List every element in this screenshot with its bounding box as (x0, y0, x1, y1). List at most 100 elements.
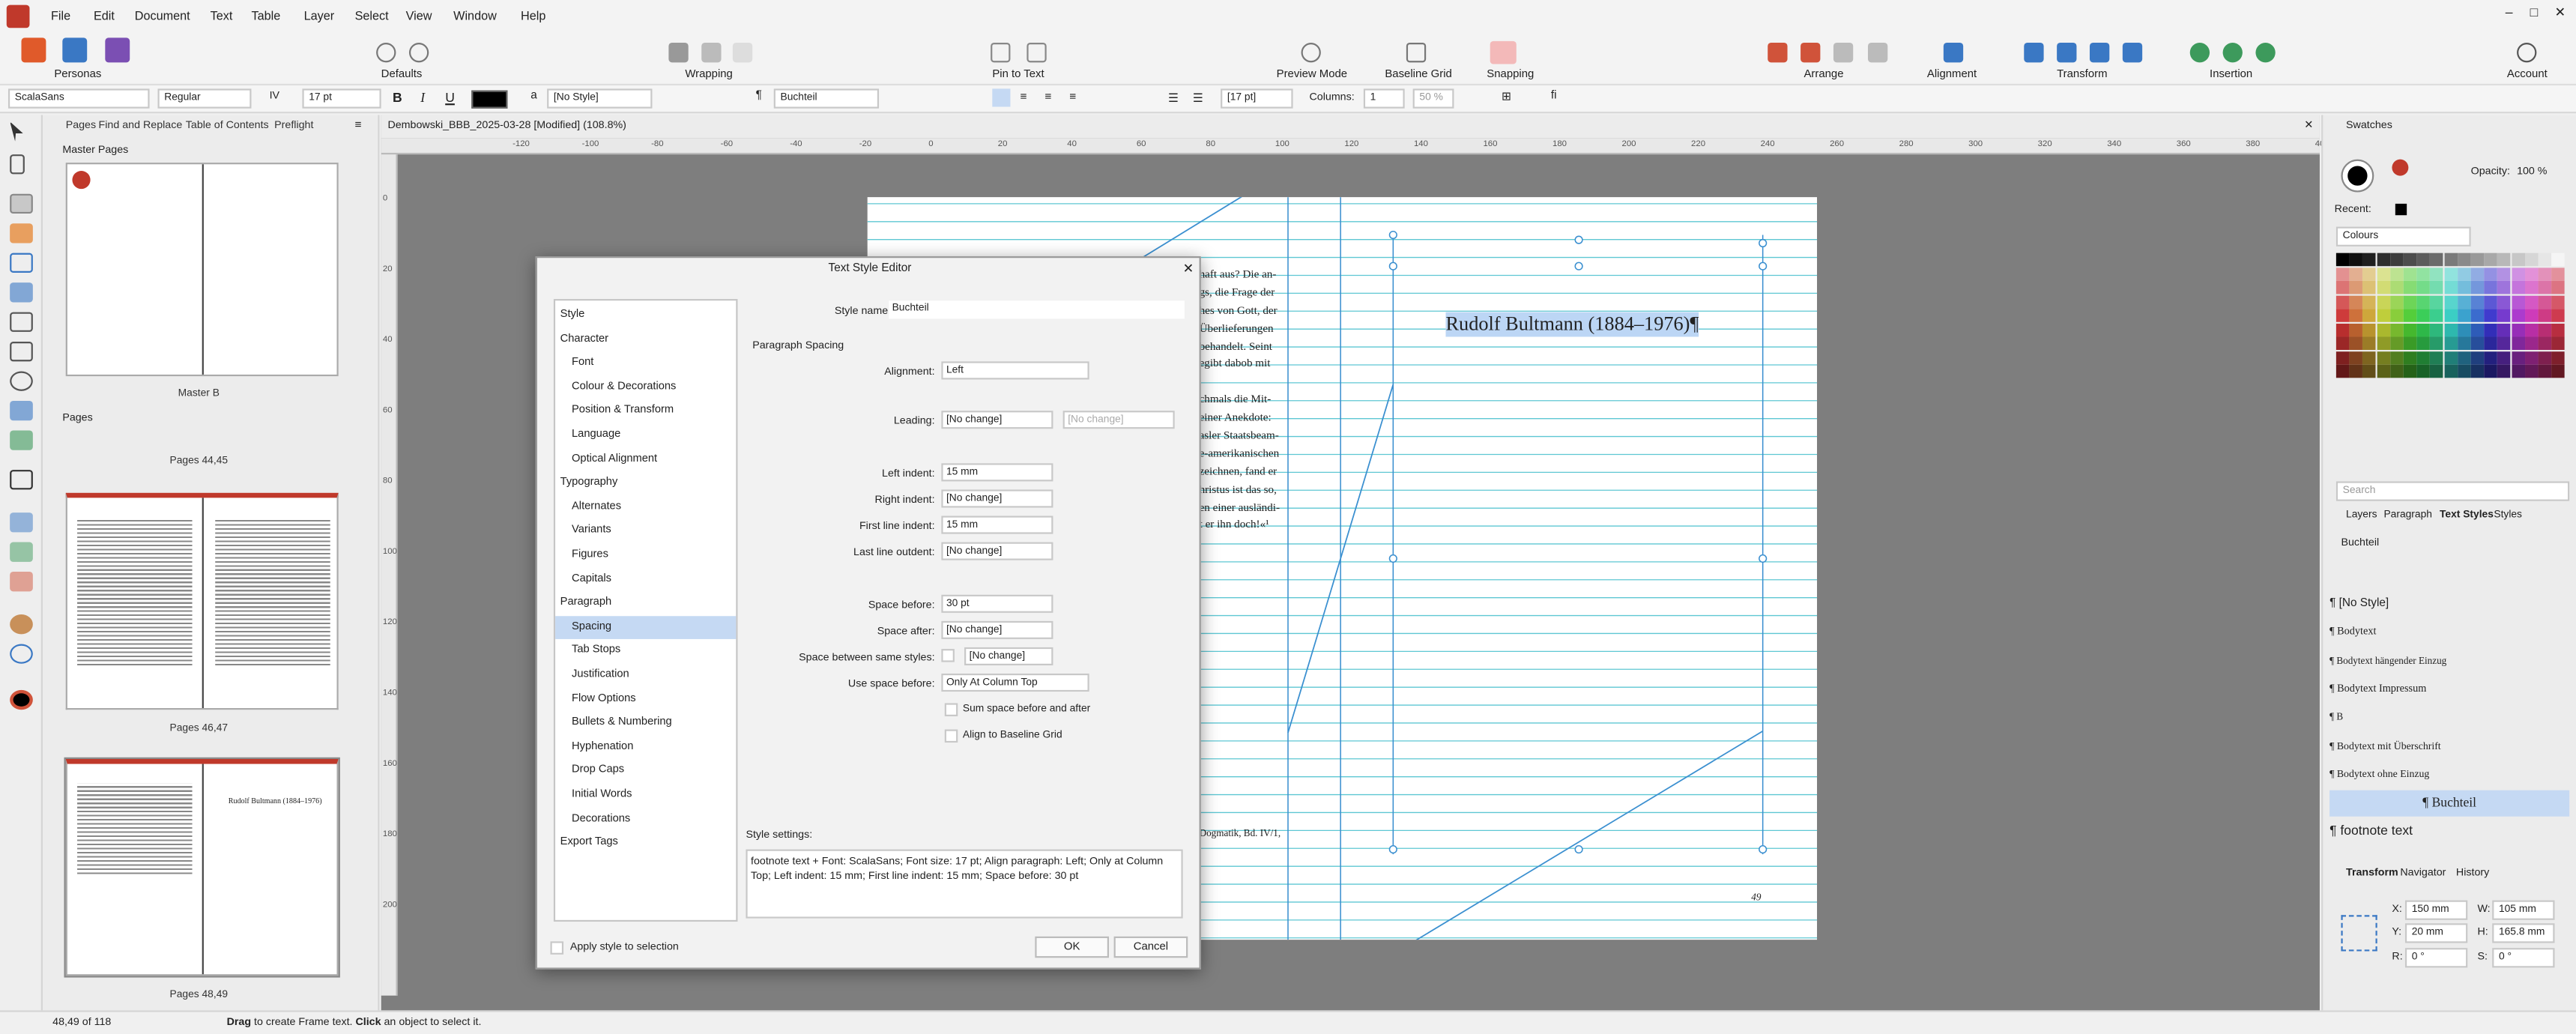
h-field[interactable]: 165.8 mm (2492, 923, 2555, 943)
colour-swatch[interactable] (2443, 280, 2458, 294)
colour-grid[interactable] (2335, 253, 2566, 391)
colour-swatch[interactable] (2511, 364, 2525, 378)
colour-swatch[interactable] (2511, 253, 2525, 267)
category-justification[interactable]: Justification (555, 664, 736, 687)
tab-transform[interactable]: Transform (2346, 868, 2398, 879)
colour-swatch[interactable] (2416, 294, 2431, 309)
colour-swatch[interactable] (2430, 309, 2444, 322)
colour-swatch[interactable] (2497, 253, 2512, 267)
colour-swatch[interactable] (2362, 322, 2377, 336)
colour-swatch[interactable] (2457, 351, 2471, 364)
colour-swatch[interactable] (2457, 280, 2471, 294)
category-optical-alignment[interactable]: Optical Alignment (555, 448, 736, 471)
colour-swatch[interactable] (2403, 253, 2417, 267)
character-style-select[interactable]: [No Style] (547, 88, 653, 109)
move-tool-icon[interactable] (10, 121, 23, 142)
bullets-icon[interactable]: ☰ (1168, 92, 1179, 105)
colour-swatch[interactable] (2335, 280, 2350, 294)
selection-handle[interactable] (1388, 261, 1397, 270)
colour-swatch[interactable] (2349, 336, 2363, 351)
colour-swatch[interactable] (2403, 364, 2417, 378)
colour-swatch[interactable] (2511, 280, 2525, 294)
colour-swatch[interactable] (2538, 267, 2552, 280)
colour-swatch[interactable] (2457, 322, 2471, 336)
colour-swatch[interactable] (2335, 336, 2350, 351)
colour-swatch[interactable] (2538, 336, 2552, 351)
colour-swatch[interactable] (2484, 267, 2498, 280)
flip-h-icon[interactable] (2024, 43, 2044, 63)
colour-swatch[interactable] (2430, 280, 2444, 294)
menu-edit[interactable]: Edit (94, 8, 115, 23)
cancel-button[interactable]: Cancel (1113, 936, 1188, 958)
anchor-point-grid[interactable] (2341, 915, 2377, 952)
ellipse-frame-icon[interactable] (10, 371, 33, 391)
colour-swatch[interactable] (2403, 280, 2417, 294)
colour-swatch[interactable] (2430, 294, 2444, 309)
colour-swatch[interactable] (2376, 336, 2390, 351)
align-left-icon[interactable] (992, 88, 1011, 107)
colour-swatch[interactable] (2362, 351, 2377, 364)
align-center-icon[interactable]: ≡ (1021, 92, 1027, 103)
colour-swatch[interactable] (2362, 309, 2377, 322)
colour-swatch[interactable] (2497, 280, 2512, 294)
recent-swatch[interactable] (2395, 203, 2407, 216)
pin-inline-icon[interactable] (1027, 43, 1047, 63)
colour-swatch[interactable] (2403, 309, 2417, 322)
colour-swatch[interactable] (2389, 322, 2404, 336)
styles-search-input[interactable]: Search (2335, 481, 2570, 501)
underline-button[interactable]: U (445, 91, 455, 106)
account-icon[interactable] (2517, 43, 2537, 63)
colour-swatch[interactable] (2457, 336, 2471, 351)
colour-swatch[interactable] (2335, 322, 2350, 336)
shear-field[interactable]: 0 ° (2492, 948, 2555, 968)
insert-field-icon[interactable] (2255, 43, 2276, 63)
app-logo[interactable] (6, 4, 30, 28)
colour-swatch[interactable] (2443, 253, 2458, 267)
colour-swatch[interactable] (2551, 267, 2566, 280)
minimize-icon[interactable]: – (2506, 5, 2513, 20)
category-initial-words[interactable]: Initial Words (555, 784, 736, 807)
colour-swatch[interactable] (2362, 336, 2377, 351)
place-image-icon[interactable] (10, 400, 33, 421)
colour-swatch[interactable] (2538, 280, 2552, 294)
transparency-tool-icon[interactable] (10, 542, 33, 562)
colour-swatch[interactable] (2470, 309, 2485, 322)
category-export-tags[interactable]: Export Tags (555, 832, 736, 855)
align-right-icon[interactable]: ≡ (1044, 92, 1051, 103)
colour-swatch[interactable] (2416, 336, 2431, 351)
colour-swatch[interactable] (2335, 267, 2350, 280)
colour-swatch[interactable] (2416, 364, 2431, 378)
colour-swatch[interactable] (2349, 253, 2363, 267)
first-line-indent-field[interactable]: 15 mm (941, 516, 1053, 534)
colour-swatch[interactable] (2484, 309, 2498, 322)
italic-button[interactable]: I (420, 91, 425, 106)
tab-styles[interactable]: Styles (2494, 510, 2522, 521)
image-tool-icon[interactable] (10, 430, 33, 450)
colour-swatch[interactable] (2335, 309, 2350, 322)
colour-swatch[interactable] (2511, 267, 2525, 280)
sum-space-checkbox[interactable] (944, 703, 958, 716)
tab-preflight[interactable]: Preflight (274, 120, 313, 131)
category-paragraph[interactable]: Paragraph (555, 592, 736, 615)
colour-swatch[interactable] (2416, 267, 2431, 280)
colour-swatch[interactable] (2403, 322, 2417, 336)
colour-swatch[interactable] (2524, 294, 2539, 309)
colour-swatch[interactable] (2389, 267, 2404, 280)
text-style-item[interactable]: ¶ Bodytext mit Überschrift (2329, 734, 2569, 760)
document-tab[interactable]: Dembowski_BBB_2025-03-28 [Modified] (108… (381, 115, 2320, 139)
colour-swatch[interactable] (2430, 253, 2444, 267)
colour-swatch[interactable] (2457, 294, 2471, 309)
tab-swatches[interactable]: Swatches (2346, 120, 2392, 131)
colour-swatch[interactable] (2551, 351, 2566, 364)
arrange-front-icon[interactable] (1768, 43, 1788, 63)
colour-swatch[interactable] (2511, 336, 2525, 351)
pen-tool-icon[interactable] (10, 282, 33, 303)
colour-swatch[interactable] (2349, 364, 2363, 378)
colour-swatch[interactable] (2484, 280, 2498, 294)
text-colour-swatch[interactable] (471, 90, 508, 109)
colour-swatch[interactable] (2416, 309, 2431, 322)
colour-swatch[interactable] (2403, 267, 2417, 280)
colour-swatch[interactable] (2524, 309, 2539, 322)
space-before-field[interactable]: 30 pt (941, 594, 1053, 613)
colour-swatch[interactable] (2538, 322, 2552, 336)
